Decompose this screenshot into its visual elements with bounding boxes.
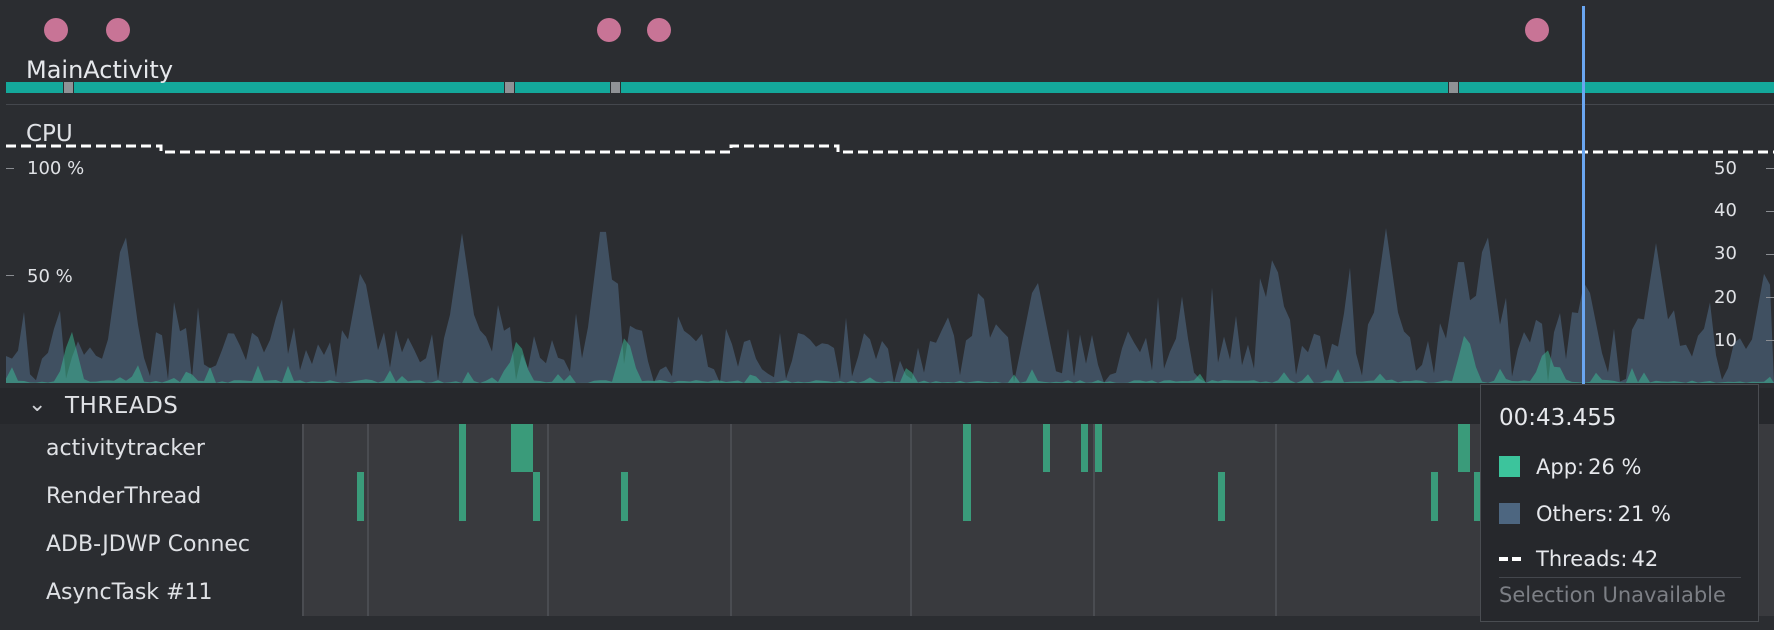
- axis-tick: [1766, 340, 1774, 341]
- user-event-dot[interactable]: [597, 18, 621, 42]
- thread-name[interactable]: activitytracker: [46, 436, 205, 461]
- grid-line: [730, 424, 732, 630]
- grid-line: [367, 424, 369, 630]
- thread-state-bar[interactable]: [357, 472, 364, 521]
- activity-label: MainActivity: [26, 56, 174, 84]
- threads-axis-label-30: 30: [1714, 243, 1737, 264]
- threads-axis-label-40: 40: [1714, 200, 1737, 221]
- tooltip-others-value: 21 %: [1617, 502, 1672, 526]
- activity-transition-marker[interactable]: [1448, 81, 1459, 94]
- axis-tick: [6, 168, 14, 169]
- thread-state-bar[interactable]: [511, 424, 533, 472]
- threads-dash-icon: [1499, 557, 1521, 561]
- axis-tick: [1766, 168, 1774, 169]
- threads-axis-label-20: 20: [1714, 287, 1737, 308]
- time-cursor-line[interactable]: [1582, 6, 1585, 387]
- chevron-down-icon[interactable]: ⌄: [28, 392, 46, 417]
- cpu-tooltip: 00:43.455 App: 26 % Others: 21 % Threads: 4…: [1480, 384, 1759, 622]
- thread-state-bar[interactable]: [1095, 424, 1102, 472]
- threads-title: THREADS: [65, 393, 179, 419]
- thread-state-bar[interactable]: [459, 424, 466, 521]
- user-event-dot[interactable]: [647, 18, 671, 42]
- user-event-dot[interactable]: [44, 18, 68, 42]
- axis-tick: [6, 275, 14, 276]
- grid-line: [547, 424, 549, 630]
- tooltip-time: 00:43.455: [1499, 405, 1617, 431]
- grid-line: [302, 424, 304, 630]
- thread-state-bar[interactable]: [1043, 424, 1050, 472]
- user-event-dot[interactable]: [1525, 18, 1549, 42]
- tooltip-others-label: Others:: [1536, 502, 1614, 526]
- activity-track[interactable]: [6, 82, 1774, 93]
- activity-transition-marker[interactable]: [610, 81, 621, 94]
- threads-axis-label-50: 50: [1714, 158, 1737, 179]
- thread-state-bar[interactable]: [533, 472, 540, 521]
- selection-unavailable-text: Selection Unavailable: [1499, 583, 1726, 607]
- thread-state-bar[interactable]: [963, 424, 971, 521]
- tooltip-threads-label: Threads:: [1536, 547, 1628, 571]
- thread-state-bar[interactable]: [621, 472, 628, 521]
- user-event-dot[interactable]: [106, 18, 130, 42]
- app-swatch-icon: [1499, 456, 1520, 477]
- cpu-axis-label-50: 50 %: [27, 266, 73, 287]
- axis-tick: [1766, 254, 1774, 255]
- tooltip-app-row: App: 26 %: [1499, 455, 1641, 479]
- activity-transition-marker[interactable]: [504, 81, 515, 94]
- thread-state-bar[interactable]: [1081, 424, 1088, 472]
- cpu-axis-label-100: 100 %: [27, 158, 85, 179]
- tooltip-threads-row: Threads: 42: [1499, 547, 1658, 571]
- threads-count-line: [6, 144, 1774, 154]
- thread-name[interactable]: RenderThread: [46, 484, 201, 509]
- others-cpu-area: [6, 228, 1774, 383]
- grid-line: [1275, 424, 1277, 630]
- axis-tick: [1766, 211, 1774, 212]
- thread-name[interactable]: ADB-JDWP Connec: [46, 532, 250, 557]
- thread-state-bar[interactable]: [1458, 424, 1470, 472]
- cpu-profiler-panel: MainActivity CPU 100 % 50 % 50 40 30 20 …: [0, 0, 1774, 630]
- others-swatch-icon: [1499, 503, 1520, 524]
- cpu-label: CPU: [26, 121, 73, 147]
- cpu-usage-chart[interactable]: [6, 105, 1774, 388]
- thread-state-bar[interactable]: [1431, 472, 1438, 521]
- threads-axis-label-10: 10: [1714, 330, 1737, 351]
- thread-name[interactable]: AsyncTask #11: [46, 580, 212, 605]
- axis-tick: [1766, 297, 1774, 298]
- tooltip-app-value: 26 %: [1588, 455, 1642, 479]
- grid-line: [910, 424, 912, 630]
- thread-state-bar[interactable]: [1218, 472, 1225, 521]
- tooltip-others-row: Others: 21 %: [1499, 502, 1671, 526]
- tooltip-app-label: App:: [1536, 455, 1585, 479]
- divider: [1499, 577, 1741, 578]
- tooltip-threads-value: 42: [1631, 547, 1659, 571]
